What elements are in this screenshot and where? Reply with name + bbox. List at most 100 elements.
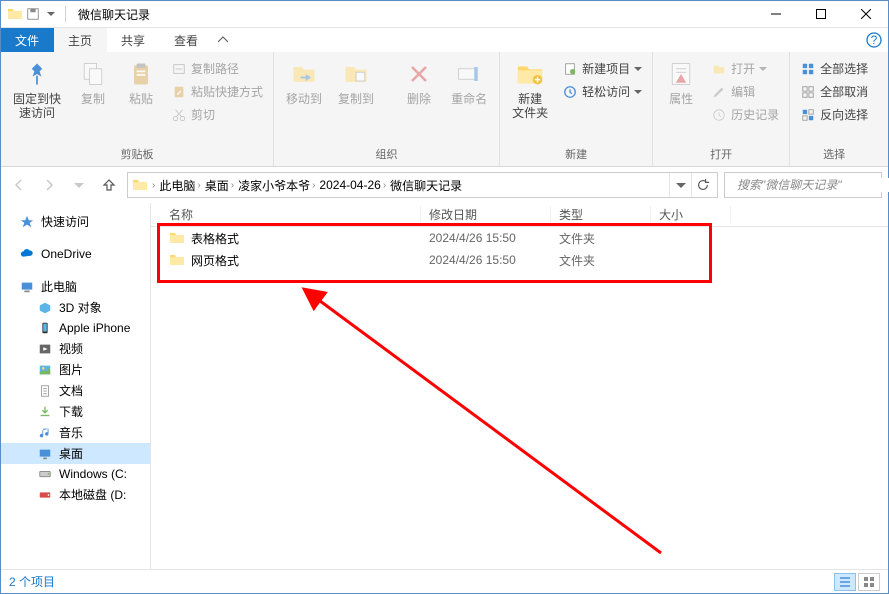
minimize-button[interactable] [753, 1, 798, 28]
organize-group-label: 组织 [280, 144, 493, 164]
breadcrumb-item[interactable]: 此电脑› [159, 177, 200, 194]
copy-path-button[interactable]: 复制路径 [167, 58, 267, 79]
column-name[interactable]: 名称 [151, 206, 421, 223]
file-type: 文件夹 [551, 252, 651, 269]
ribbon-expand-button[interactable] [213, 28, 233, 52]
delete-button[interactable]: 删除 [397, 56, 441, 108]
tab-home[interactable]: 主页 [54, 28, 107, 52]
nav-item-iphone[interactable]: Apple iPhone [1, 318, 150, 338]
breadcrumb-item[interactable]: 微信聊天记录 [390, 177, 462, 194]
annotation-arrow [301, 283, 671, 563]
document-icon [37, 383, 53, 399]
nav-item-pictures[interactable]: 图片 [1, 359, 150, 380]
nav-item-videos[interactable]: 视频 [1, 338, 150, 359]
tab-view[interactable]: 查看 [160, 28, 213, 52]
tab-share[interactable]: 共享 [107, 28, 160, 52]
select-group-label: 选择 [796, 144, 872, 164]
nav-item-downloads[interactable]: 下载 [1, 401, 150, 422]
navigation-pane[interactable]: 快速访问 OneDrive 此电脑 3D 对象 Apple iPhone 视频 … [1, 203, 151, 581]
maximize-button[interactable] [798, 1, 843, 28]
desktop-icon [37, 446, 53, 462]
nav-quick-access[interactable]: 快速访问 [1, 211, 150, 232]
select-all-button[interactable]: 全部选择 [796, 58, 872, 79]
nav-item-3d[interactable]: 3D 对象 [1, 297, 150, 318]
paste-label: 粘贴 [129, 92, 153, 106]
qat-save-icon[interactable] [25, 6, 41, 22]
nav-this-pc[interactable]: 此电脑 [1, 276, 150, 297]
copy-to-button[interactable]: 复制到 [332, 56, 380, 108]
address-dropdown-button[interactable] [669, 173, 691, 197]
nav-recent-button[interactable] [67, 173, 91, 197]
open-icon [711, 61, 727, 77]
new-item-button[interactable]: 新建项目 [558, 58, 646, 79]
search-input[interactable] [737, 178, 889, 192]
move-to-button[interactable]: 移动到 [280, 56, 328, 108]
close-button[interactable] [843, 1, 888, 28]
nav-back-button[interactable] [7, 173, 31, 197]
file-row[interactable]: 网页格式 2024/4/26 15:50 文件夹 [151, 249, 888, 271]
nav-item-music[interactable]: 音乐 [1, 422, 150, 443]
chevron-right-icon[interactable]: › [152, 180, 155, 191]
address-bar[interactable]: › 此电脑› 桌面› 凌家小爷本爷› 2024-04-26› 微信聊天记录 [127, 172, 718, 198]
new-folder-icon [514, 58, 546, 90]
select-none-button[interactable]: 全部取消 [796, 81, 872, 102]
icons-view-button[interactable] [858, 573, 880, 591]
pin-label: 固定到快 速访问 [13, 92, 61, 121]
ribbon-tabs: 文件 主页 共享 查看 ? [1, 28, 888, 52]
nav-up-button[interactable] [97, 173, 121, 197]
select-all-icon [800, 61, 816, 77]
breadcrumb-item[interactable]: 凌家小爷本爷› [238, 177, 315, 194]
column-headers: 名称 修改日期 类型 大小 [151, 203, 888, 227]
paste-button[interactable]: 粘贴 [119, 56, 163, 108]
breadcrumb-item[interactable]: 桌面› [205, 177, 234, 194]
file-date: 2024/4/26 15:50 [421, 231, 551, 245]
qat-dropdown-icon[interactable] [43, 6, 59, 22]
file-list-pane[interactable]: 名称 修改日期 类型 大小 表格格式 2024/4/26 15:50 文件夹 网… [151, 203, 888, 581]
paste-shortcut-button[interactable]: 粘贴快捷方式 [167, 81, 267, 102]
nav-item-desktop[interactable]: 桌面 [1, 443, 150, 464]
select-none-icon [800, 84, 816, 100]
item-count: 2 个项目 [9, 573, 55, 590]
help-button[interactable]: ? [860, 28, 888, 52]
nav-onedrive[interactable]: OneDrive [1, 244, 150, 264]
history-button[interactable]: 历史记录 [707, 104, 783, 125]
nav-item-drive-c[interactable]: Windows (C: [1, 464, 150, 484]
pin-to-quickaccess-button[interactable]: 固定到快 速访问 [7, 56, 67, 123]
column-size[interactable]: 大小 [651, 206, 731, 223]
open-button[interactable]: 打开 [707, 58, 783, 79]
ribbon-group-clipboard: 固定到快 速访问 复制 粘贴 复制路径 粘贴快捷方式 剪切 剪贴板 [1, 52, 274, 166]
breadcrumb-item[interactable]: 2024-04-26› [319, 178, 386, 192]
search-box[interactable] [724, 172, 882, 198]
edit-icon [711, 84, 727, 100]
music-icon [37, 425, 53, 441]
file-row[interactable]: 表格格式 2024/4/26 15:50 文件夹 [151, 227, 888, 249]
easy-access-button[interactable]: 轻松访问 [558, 81, 646, 102]
history-icon [711, 107, 727, 123]
copy-button[interactable]: 复制 [71, 56, 115, 108]
pc-icon [19, 279, 35, 295]
properties-button[interactable]: 属性 [659, 56, 703, 108]
column-date[interactable]: 修改日期 [421, 206, 551, 223]
folder-icon [169, 230, 185, 246]
star-icon [19, 214, 35, 230]
drive-icon [37, 466, 53, 482]
phone-icon [37, 320, 53, 336]
status-bar: 2 个项目 [1, 569, 888, 593]
copy-label: 复制 [81, 92, 105, 106]
window-title: 微信聊天记录 [78, 6, 150, 23]
new-folder-button[interactable]: 新建 文件夹 [506, 56, 554, 123]
edit-button[interactable]: 编辑 [707, 81, 783, 102]
nav-item-documents[interactable]: 文档 [1, 380, 150, 401]
ribbon-group-select: 全部选择 全部取消 反向选择 选择 [790, 52, 878, 166]
column-type[interactable]: 类型 [551, 206, 651, 223]
details-view-button[interactable] [834, 573, 856, 591]
invert-selection-button[interactable]: 反向选择 [796, 104, 872, 125]
separator [65, 6, 66, 22]
refresh-button[interactable] [691, 173, 713, 197]
nav-item-drive-d[interactable]: 本地磁盘 (D: [1, 484, 150, 505]
tab-file[interactable]: 文件 [1, 28, 54, 52]
nav-forward-button[interactable] [37, 173, 61, 197]
move-to-label: 移动到 [286, 92, 322, 106]
rename-button[interactable]: 重命名 [445, 56, 493, 108]
cut-button[interactable]: 剪切 [167, 104, 267, 125]
